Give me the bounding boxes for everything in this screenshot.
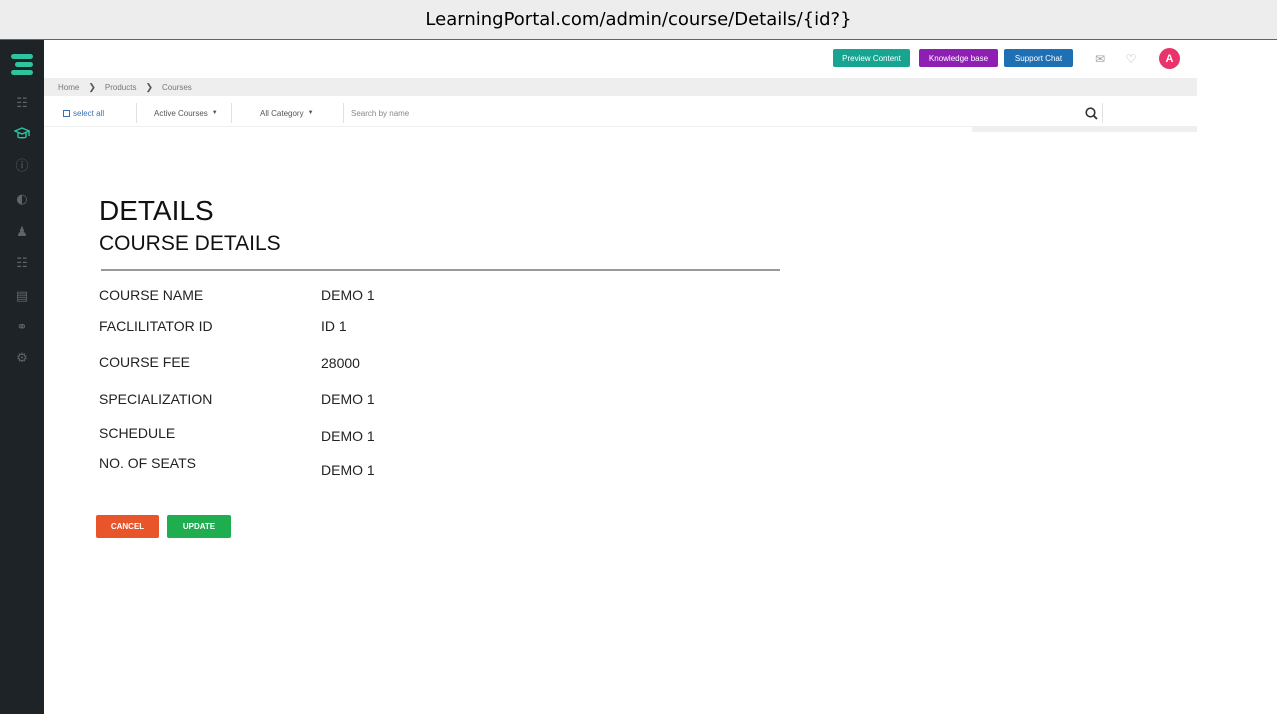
graduation-cap-icon[interactable] [12, 124, 32, 144]
breadcrumb-products[interactable]: Products [105, 83, 137, 92]
page-title: DETAILS [99, 195, 214, 226]
globe-icon[interactable]: ⚭ [12, 317, 32, 337]
sidebar: ☷ ⓘ ◐ ♟ ☷ ▤ ⚭ ⚙ [0, 40, 44, 714]
search-input[interactable]: Search by name [351, 100, 1071, 126]
knowledge-base-button[interactable]: Knowledge base [919, 49, 998, 67]
schedule-label: SCHEDULE [99, 425, 176, 441]
specialization-label: SPECIALIZATION [99, 391, 213, 407]
panel-strip [972, 126, 1197, 132]
all-category-dropdown[interactable]: All Category ▼ [260, 100, 314, 126]
breadcrumb: Home ❯ Products ❯ Courses [44, 78, 1197, 96]
logo-icon[interactable] [11, 54, 33, 78]
schedule-value: DEMO 1 [321, 428, 375, 444]
caret-down-icon: ▼ [307, 110, 314, 116]
breadcrumb-courses[interactable]: Courses [162, 83, 192, 92]
preview-content-button[interactable]: Preview Content [833, 49, 910, 67]
specialization-value: DEMO 1 [321, 391, 375, 407]
chevron-right-icon: ❯ [88, 81, 96, 92]
clipboard-icon[interactable]: ▤ [12, 286, 32, 306]
top-navbar: Preview Content Knowledge base Support C… [44, 40, 1197, 76]
mail-icon[interactable]: ✉ [1093, 52, 1107, 66]
select-all-checkbox[interactable]: select all [63, 100, 104, 126]
update-button[interactable]: UPDATE [167, 515, 231, 538]
help-icon[interactable]: ⓘ [12, 154, 32, 174]
course-name-value: DEMO 1 [321, 287, 375, 303]
url-text: LearningPortal.com/admin/course/Details/… [425, 9, 852, 30]
seats-label: NO. OF SEATS [99, 455, 196, 471]
dashboard-icon[interactable]: ☷ [12, 93, 32, 113]
active-courses-dropdown[interactable]: Active Courses ▼ [154, 100, 218, 126]
breadcrumb-home[interactable]: Home [58, 83, 79, 92]
chevron-right-icon: ❯ [145, 81, 154, 92]
seats-value: DEMO 1 [321, 462, 375, 478]
divider [101, 269, 780, 271]
course-fee-label: COURSE FEE [99, 354, 191, 370]
caret-down-icon: ▼ [211, 110, 218, 116]
search-icon[interactable] [1085, 100, 1098, 126]
address-bar[interactable]: LearningPortal.com/admin/course/Details/… [0, 0, 1277, 40]
cancel-button[interactable]: CANCEL [96, 515, 159, 538]
page-subtitle: COURSE DETAILS [99, 232, 281, 255]
bell-icon[interactable]: ♡ [1124, 52, 1138, 66]
facilitator-id-label: FACLILITATOR ID [99, 318, 213, 334]
checkbox-icon [63, 109, 70, 117]
facilitator-id-value: ID 1 [321, 318, 347, 334]
hierarchy-icon[interactable]: ☷ [12, 253, 32, 273]
support-chat-button[interactable]: Support Chat [1004, 49, 1073, 67]
filter-bar: select all Active Courses ▼ All Category ▼… [44, 100, 1197, 127]
chart-icon[interactable]: ◐ [12, 189, 32, 209]
settings-icon[interactable]: ⚙ [12, 348, 32, 368]
user-icon[interactable]: ♟ [12, 222, 32, 242]
avatar[interactable]: A [1159, 48, 1180, 69]
course-name-label: COURSE NAME [99, 287, 204, 303]
course-fee-value: 28000 [321, 355, 360, 371]
